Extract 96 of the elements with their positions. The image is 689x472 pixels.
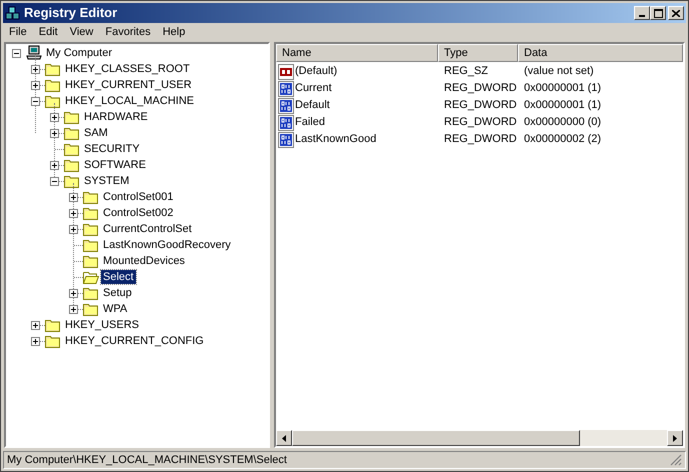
tree-item[interactable]: SYSTEM <box>82 174 132 188</box>
folder-icon <box>64 110 80 124</box>
value-name[interactable]: (Default) <box>295 63 338 80</box>
binary-value-icon <box>278 132 294 148</box>
column-header[interactable]: Data <box>518 44 683 62</box>
folder-icon <box>83 254 99 268</box>
folder-icon <box>64 126 80 140</box>
menu-item[interactable]: Help <box>156 24 192 41</box>
minimize-icon <box>639 15 645 17</box>
value-data: 0x00000002 (2) <box>524 133 602 146</box>
tree-item[interactable]: Select <box>101 270 136 284</box>
expand-toggle[interactable] <box>69 192 78 202</box>
left-arrow-icon <box>282 434 286 442</box>
tree-item[interactable]: SOFTWARE <box>82 158 148 172</box>
folder-icon <box>83 302 99 316</box>
open-folder-icon <box>83 270 99 284</box>
expand-toggle[interactable] <box>69 304 78 314</box>
value-type: REG_DWORD <box>444 116 517 128</box>
tree-item[interactable]: ControlSet001 <box>101 190 176 204</box>
column-header[interactable]: Name <box>276 44 438 62</box>
expand-toggle[interactable] <box>50 128 59 138</box>
folder-icon <box>45 78 61 92</box>
tree-item[interactable]: HKEY_CLASSES_ROOT <box>63 62 192 76</box>
expand-toggle[interactable] <box>69 288 78 298</box>
tree-item[interactable]: HARDWARE <box>82 110 150 124</box>
expand-toggle[interactable] <box>50 160 59 170</box>
expand-toggle[interactable] <box>31 336 40 346</box>
tree-item[interactable]: LastKnownGoodRecovery <box>101 238 233 252</box>
tree-item[interactable]: Setup <box>101 286 134 300</box>
close-icon <box>672 10 680 16</box>
expand-toggle[interactable] <box>31 320 40 330</box>
tree-item[interactable]: CurrentControlSet <box>101 222 194 236</box>
minimize-button[interactable] <box>634 6 650 20</box>
menu-item[interactable]: View <box>64 24 100 41</box>
computer-icon <box>26 45 42 61</box>
value-data: 0x00000001 (1) <box>524 82 602 94</box>
tree-item[interactable]: SECURITY <box>82 142 142 156</box>
folder-icon <box>45 94 61 108</box>
tree-item[interactable]: SAM <box>82 126 110 140</box>
tree-item[interactable]: My Computer <box>44 46 114 60</box>
folder-icon <box>83 190 99 204</box>
folder-icon <box>83 206 99 220</box>
expand-toggle[interactable] <box>69 224 78 234</box>
resize-grip-icon <box>670 454 682 466</box>
tree-item[interactable]: ControlSet002 <box>101 206 176 220</box>
folder-icon <box>83 286 99 300</box>
folder-icon <box>45 334 61 348</box>
value-type: REG_DWORD <box>444 99 517 112</box>
expand-toggle[interactable] <box>31 64 40 74</box>
folder-icon <box>64 158 80 172</box>
collapse-toggle[interactable] <box>50 176 59 186</box>
tree-item[interactable]: HKEY_CURRENT_USER <box>63 78 194 92</box>
scroll-right-button[interactable] <box>667 430 683 446</box>
value-type: REG_DWORD <box>444 82 517 94</box>
folder-icon <box>83 222 99 236</box>
window-title: Registry Editor <box>24 4 118 22</box>
tree-item[interactable]: HKEY_USERS <box>63 318 141 332</box>
folder-icon <box>45 318 61 332</box>
value-name[interactable]: Current <box>295 80 332 97</box>
value-name[interactable]: Default <box>295 97 330 114</box>
folder-icon <box>83 238 99 252</box>
value-data: 0x00000000 (0) <box>524 116 602 128</box>
maximize-button[interactable] <box>650 6 666 20</box>
close-button[interactable] <box>668 6 684 20</box>
tree-item[interactable]: MountedDevices <box>101 254 187 268</box>
binary-value-icon <box>278 114 294 130</box>
scroll-left-button[interactable] <box>276 430 292 446</box>
tree-item[interactable]: HKEY_CURRENT_CONFIG <box>63 334 206 348</box>
value-type: REG_SZ <box>444 65 488 78</box>
collapse-toggle[interactable] <box>31 96 40 106</box>
menu-item[interactable]: Edit <box>32 24 64 41</box>
right-arrow-icon <box>673 434 677 442</box>
tree-item[interactable]: WPA <box>101 302 130 316</box>
menu-item[interactable]: Favorites <box>99 24 157 41</box>
expand-toggle[interactable] <box>69 208 78 218</box>
maximize-icon <box>654 8 662 18</box>
collapse-toggle[interactable] <box>12 48 21 58</box>
folder-icon <box>45 62 61 76</box>
value-type: REG_DWORD <box>444 133 517 146</box>
expand-toggle[interactable] <box>50 112 59 122</box>
value-name[interactable]: LastKnownGood <box>295 131 376 148</box>
folder-icon <box>64 174 80 188</box>
tree-item[interactable]: HKEY_LOCAL_MACHINE <box>63 94 196 108</box>
folder-icon <box>64 142 80 156</box>
value-data: (value not set) <box>524 65 594 78</box>
column-header[interactable]: Type <box>438 44 518 62</box>
horizontal-scrollbar[interactable] <box>276 430 683 446</box>
registry-cubes-icon <box>5 5 21 21</box>
menu-item[interactable]: File <box>3 24 33 41</box>
expand-toggle[interactable] <box>31 80 40 90</box>
value-name[interactable]: Failed <box>295 114 325 131</box>
binary-value-icon <box>278 80 294 96</box>
status-text: My Computer\HKEY_LOCAL_MACHINE\SYSTEM\Select <box>7 452 287 468</box>
scrollbar-thumb[interactable] <box>292 430 580 446</box>
binary-value-icon <box>278 98 294 114</box>
value-data: 0x00000001 (1) <box>524 99 602 112</box>
